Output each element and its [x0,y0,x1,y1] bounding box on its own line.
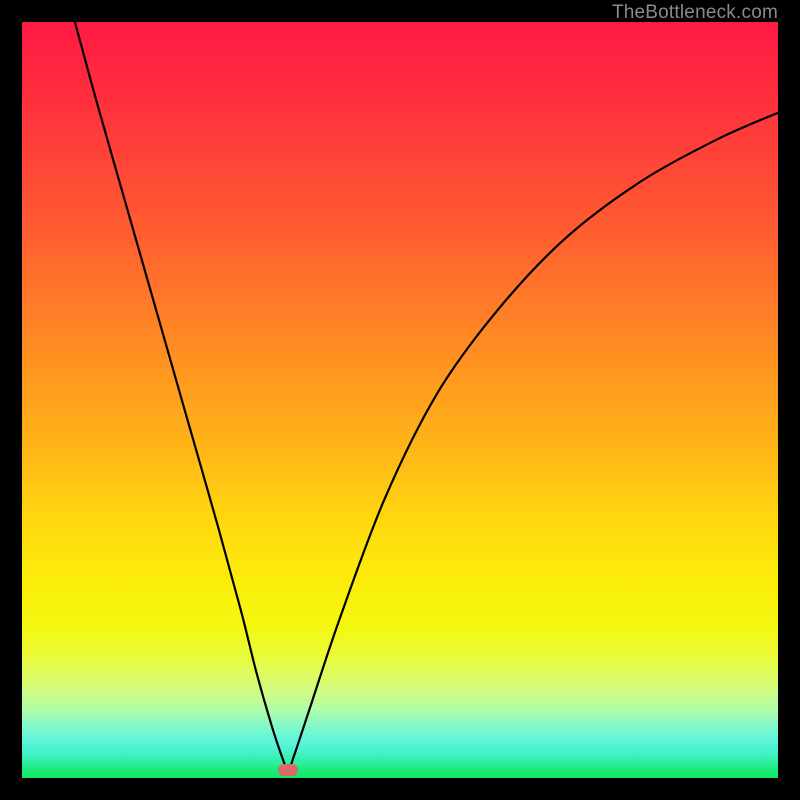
bottleneck-curve [75,22,778,770]
watermark-text: TheBottleneck.com [612,2,778,24]
minimum-marker [278,764,298,776]
chart-svg [22,22,778,778]
